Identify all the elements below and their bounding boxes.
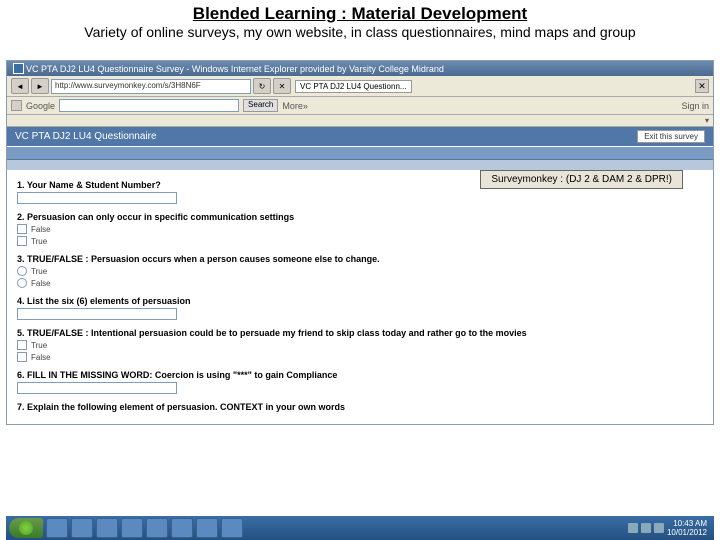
- taskbar-item[interactable]: [71, 518, 93, 538]
- window-titlebar[interactable]: VC PTA DJ2 LU4 Questionnaire Survey - Wi…: [7, 61, 713, 76]
- survey-title: VC PTA DJ2 LU4 Questionnaire: [15, 131, 157, 142]
- tab-close-button[interactable]: ✕: [695, 79, 709, 93]
- back-button[interactable]: ◄: [11, 78, 29, 94]
- survey-header: VC PTA DJ2 LU4 Questionnaire Exit this s…: [7, 127, 713, 146]
- question-3: 3. TRUE/FALSE : Persuasion occurs when a…: [17, 254, 703, 288]
- clock-time: 10:43 AM: [667, 519, 707, 528]
- browser-window: VC PTA DJ2 LU4 Questionnaire Survey - Wi…: [6, 60, 714, 425]
- q6-input[interactable]: [17, 382, 177, 394]
- q1-input[interactable]: [17, 192, 177, 204]
- window-title: VC PTA DJ2 LU4 Questionnaire Survey - Wi…: [26, 64, 444, 74]
- stop-button[interactable]: ✕: [273, 78, 291, 94]
- exit-survey-button[interactable]: Exit this survey: [637, 130, 705, 143]
- ie-menubar[interactable]: ▾: [7, 115, 713, 127]
- slide-header: Blended Learning : Material Development …: [0, 0, 720, 42]
- q3-option-b[interactable]: False: [17, 278, 703, 288]
- checkbox-icon: [17, 224, 27, 234]
- question-6: 6. FILL IN THE MISSING WORD: Coercion is…: [17, 370, 703, 394]
- taskbar-item[interactable]: [196, 518, 218, 538]
- refresh-button[interactable]: ↻: [253, 78, 271, 94]
- q4-text: 4. List the six (6) elements of persuasi…: [17, 296, 191, 306]
- question-4: 4. List the six (6) elements of persuasi…: [17, 296, 703, 320]
- clock-date: 10/01/2012: [667, 528, 707, 537]
- tray-icon[interactable]: [628, 523, 638, 533]
- q2-text: 2. Persuasion can only occur in specific…: [17, 212, 294, 222]
- survey-banner: [7, 146, 713, 160]
- taskbar[interactable]: 10:43 AM 10/01/2012: [6, 516, 714, 540]
- system-tray[interactable]: 10:43 AM 10/01/2012: [628, 519, 711, 537]
- google-toolbar: Google Search More» Sign in: [7, 97, 713, 115]
- taskbar-item[interactable]: [146, 518, 168, 538]
- q5-text: 5. TRUE/FALSE : Intentional persuasion c…: [17, 328, 527, 338]
- radio-icon: [17, 278, 27, 288]
- q7-text: 7. Explain the following element of pers…: [17, 402, 345, 412]
- windows-orb-icon: [19, 521, 33, 535]
- google-search-button[interactable]: Search: [243, 99, 278, 112]
- checkbox-icon: [17, 340, 27, 350]
- question-5: 5. TRUE/FALSE : Intentional persuasion c…: [17, 328, 703, 362]
- google-label: Google: [26, 101, 55, 111]
- radio-icon: [17, 266, 27, 276]
- question-2: 2. Persuasion can only occur in specific…: [17, 212, 703, 246]
- tray-icon[interactable]: [641, 523, 651, 533]
- taskbar-item[interactable]: [121, 518, 143, 538]
- checkbox-icon: [17, 352, 27, 362]
- forward-button[interactable]: ►: [31, 78, 49, 94]
- q3-option-a[interactable]: True: [17, 266, 703, 276]
- survey-subbar: [7, 160, 713, 170]
- q3-text: 3. TRUE/FALSE : Persuasion occurs when a…: [17, 254, 380, 264]
- checkbox-icon: [17, 236, 27, 246]
- taskbar-item[interactable]: [221, 518, 243, 538]
- tray-icon[interactable]: [654, 523, 664, 533]
- survey-content: Surveymonkey : (DJ 2 & DAM 2 & DPR!) 1. …: [7, 170, 713, 424]
- taskbar-item[interactable]: [96, 518, 118, 538]
- google-search-input[interactable]: [59, 99, 239, 112]
- browser-nav: ◄ ► http://www.surveymonkey.com/s/3H8N6F…: [7, 76, 713, 97]
- signin-link[interactable]: Sign in: [681, 101, 709, 111]
- start-button[interactable]: [9, 518, 43, 538]
- browser-tab[interactable]: VC PTA DJ2 LU4 Questionn...: [295, 80, 412, 93]
- toolbar-icon[interactable]: [11, 100, 22, 111]
- q2-option-a[interactable]: False: [17, 224, 703, 234]
- annotation-callout: Surveymonkey : (DJ 2 & DAM 2 & DPR!): [480, 170, 683, 189]
- q4-input[interactable]: [17, 308, 177, 320]
- ie-icon: [13, 63, 24, 74]
- taskbar-item[interactable]: [46, 518, 68, 538]
- q6-text: 6. FILL IN THE MISSING WORD: Coercion is…: [17, 370, 337, 380]
- q5-option-b[interactable]: False: [17, 352, 703, 362]
- address-bar[interactable]: http://www.surveymonkey.com/s/3H8N6F: [51, 79, 251, 94]
- taskbar-item[interactable]: [171, 518, 193, 538]
- q5-option-a[interactable]: True: [17, 340, 703, 350]
- slide-subtitle: Variety of online surveys, my own websit…: [0, 24, 720, 40]
- q1-text: 1. Your Name & Student Number?: [17, 180, 161, 190]
- slide-title: Blended Learning : Material Development: [0, 4, 720, 24]
- question-7: 7. Explain the following element of pers…: [17, 402, 703, 412]
- more-link[interactable]: More»: [282, 101, 308, 111]
- q2-option-b[interactable]: True: [17, 236, 703, 246]
